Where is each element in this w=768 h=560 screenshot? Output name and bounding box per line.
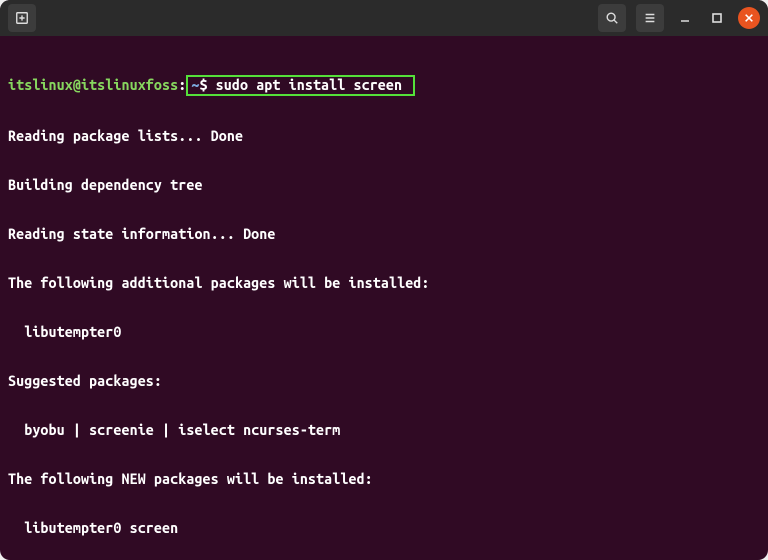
output-line: Reading package lists... Done (8, 128, 760, 144)
command-highlight-box: ~$ sudo apt install screen (186, 75, 415, 96)
search-button[interactable] (598, 4, 626, 32)
terminal-window: itslinux@itslinuxfoss:~$ sudo apt instal… (0, 0, 768, 560)
command-text: sudo apt install screen (216, 77, 402, 93)
maximize-button[interactable] (706, 7, 728, 29)
new-tab-button[interactable] (8, 4, 36, 32)
menu-button[interactable] (636, 4, 664, 32)
output-line: Suggested packages: (8, 373, 760, 389)
output-line: The following NEW packages will be insta… (8, 471, 760, 487)
prompt-line: itslinux@itslinuxfoss:~$ sudo apt instal… (8, 75, 760, 96)
output-line: libutempter0 screen (8, 520, 760, 536)
titlebar (0, 0, 768, 36)
terminal-body[interactable]: itslinux@itslinuxfoss:~$ sudo apt instal… (0, 36, 768, 560)
close-button[interactable] (738, 7, 760, 29)
output-line: The following additional packages will b… (8, 275, 760, 291)
minimize-button[interactable] (674, 7, 696, 29)
output-line: Reading state information... Done (8, 226, 760, 242)
output-line: byobu | screenie | iselect ncurses-term (8, 422, 760, 438)
output-line: Building dependency tree (8, 177, 760, 193)
prompt-user-host: itslinux@itslinuxfoss (8, 77, 178, 93)
output-line: libutempter0 (8, 324, 760, 340)
